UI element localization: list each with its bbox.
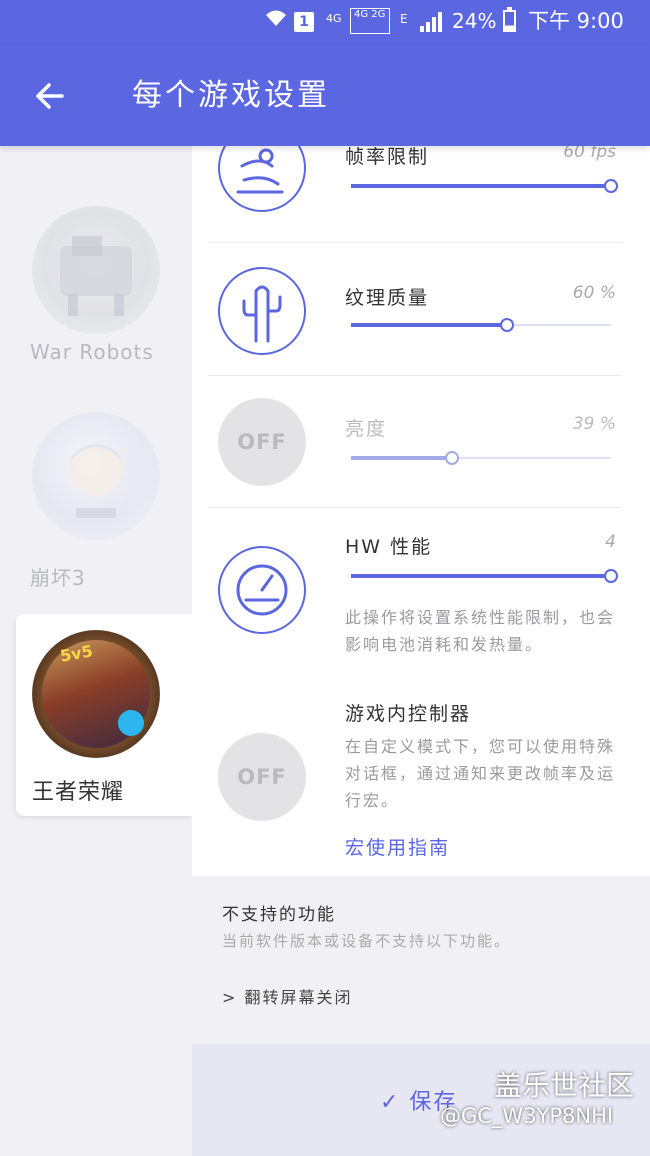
honor-of-kings-game-icon: 5v5 (32, 630, 160, 758)
game-controller-off-toggle[interactable]: OFF (218, 733, 306, 821)
game-item-honkai-3[interactable]: 崩坏3 (0, 382, 192, 592)
tencent-logo-icon (118, 710, 144, 736)
brightness-off-toggle[interactable]: OFF (218, 398, 306, 486)
game-controller-label: 游戏内控制器 (345, 703, 472, 725)
unsupported-subtitle: 当前软件版本或设备不支持以下功能。 (222, 932, 512, 950)
frame-rate-slider[interactable] (351, 176, 618, 196)
app-toolbar: 每个游戏设置 (0, 44, 650, 146)
signal-icon (420, 12, 442, 32)
sim-slot-badge: 1 (294, 12, 314, 32)
frame-rate-slider-thumb[interactable] (604, 179, 618, 193)
brightness-setting: OFF 亮度 39 % (208, 376, 622, 508)
game-name-honor-of-kings: 王者荣耀 (32, 780, 125, 805)
watermark-community: 盖乐世社区 (494, 1069, 635, 1102)
honkai-3-game-icon (32, 412, 160, 540)
game-name-honkai-3: 崩坏3 (30, 566, 86, 590)
hw-performance-label: HW 性能 (345, 536, 433, 558)
brightness-label: 亮度 (345, 418, 388, 440)
back-arrow-icon[interactable] (28, 74, 72, 118)
hw-performance-value: 4 (605, 532, 616, 552)
macro-guide-link[interactable]: 宏使用指南 (345, 833, 450, 860)
unsupported-item-flip-screen-off[interactable]: > 翻转屏幕关闭 (222, 984, 353, 1008)
unsupported-features-section: 不支持的功能 当前软件版本或设备不支持以下功能。 > 翻转屏幕关闭 (192, 876, 650, 1044)
hw-performance-description: 此操作将设置系统性能限制，也会影响电池消耗和发热量。 (345, 608, 616, 654)
game-item-honor-of-kings[interactable]: 5v5 王者荣耀 (16, 614, 192, 816)
network-4g-label: 4G (326, 12, 342, 25)
game-controller-description: 在自定义模式下，您可以使用特殊对话框，通过通知来更改帧率及运行宏。 (345, 737, 616, 810)
brightness-value: 39 % (572, 414, 616, 434)
texture-quality-value: 60 % (572, 283, 616, 303)
network-e-label: E (400, 12, 408, 26)
hw-performance-slider[interactable] (351, 566, 618, 586)
network-4g-2g-label: 4G 2G (350, 8, 390, 34)
frame-rate-label: 帧率限制 (345, 146, 430, 168)
speedometer-icon (218, 546, 306, 634)
game-list: War Robots 崩坏3 5v5 王者荣耀 (0, 146, 192, 1156)
game-name-war-robots: War Robots (30, 340, 154, 364)
hw-performance-slider-thumb[interactable] (604, 569, 618, 583)
wifi-icon (264, 6, 288, 38)
watermark-user: @GC_W3YP8NHI (440, 1104, 614, 1128)
clock: 下午 9:00 (528, 9, 624, 33)
brightness-slider-thumb[interactable] (445, 451, 460, 465)
settings-panel: 帧率限制 60 fps 纹理质量 60 % OFF 亮度 39 % HW 性能 … (192, 124, 650, 876)
texture-quality-slider-thumb[interactable] (500, 318, 514, 332)
status-bar: 1 4G 4G 2G E 24% 下午 9:00 (0, 0, 650, 44)
unsupported-title: 不支持的功能 (222, 905, 336, 925)
hw-performance-setting: HW 性能 4 此操作将设置系统性能限制，也会影响电池消耗和发热量。 (208, 508, 622, 675)
texture-quality-slider[interactable] (351, 315, 611, 335)
texture-quality-setting: 纹理质量 60 % (208, 243, 622, 376)
game-item-war-robots[interactable]: War Robots (0, 146, 192, 376)
frame-rate-setting: 帧率限制 60 fps (208, 124, 622, 243)
texture-quality-label: 纹理质量 (345, 287, 430, 309)
brightness-slider[interactable] (351, 448, 611, 468)
game-controller-setting: OFF 游戏内控制器 在自定义模式下，您可以使用特殊对话框，通过通知来更改帧率及… (208, 675, 622, 876)
battery-icon (503, 7, 516, 32)
battery-percent: 24% (452, 9, 497, 33)
war-robots-game-icon (32, 206, 160, 334)
cactus-icon (218, 267, 306, 355)
page-title: 每个游戏设置 (132, 78, 330, 113)
